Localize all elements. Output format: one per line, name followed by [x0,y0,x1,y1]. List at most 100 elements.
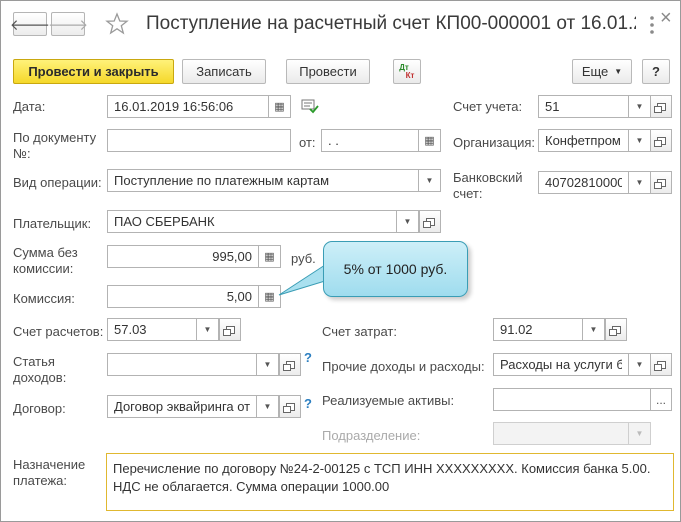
organization-open-button[interactable] [650,129,672,152]
dt-kt-button[interactable]: Дт Кт [393,59,421,84]
postings-check-icon[interactable] [301,98,319,114]
account-dropdown[interactable]: ▼ [629,95,651,118]
calculator-icon: ▦ [264,251,275,263]
calendar-icon: ▦ [424,135,435,147]
doc-number-label: По документу №: [13,130,96,162]
realized-assets-select-button[interactable]: ... [650,388,672,411]
income-item-label: Статья доходов: [13,354,66,386]
bank-account-dropdown[interactable]: ▼ [629,171,651,194]
open-form-icon [653,360,666,371]
settlement-account-open-button[interactable] [219,318,241,341]
other-income-dropdown[interactable]: ▼ [629,353,651,376]
from-date-value: . . [328,133,339,148]
other-income-input[interactable]: Расходы на услуги ба [493,353,629,376]
doc-number-input[interactable] [107,129,291,152]
post-button[interactable]: Провести [286,59,370,84]
callout-bubble: 5% от 1000 руб. [323,241,468,297]
cost-account-value: 91.02 [500,322,533,337]
payment-purpose-label-line1: Назначение [13,457,86,472]
commission-input[interactable]: 5,00 [107,285,259,308]
sum-value: 995,00 [212,249,252,264]
contract-help-icon[interactable]: ? [304,396,312,411]
sum-label-line2: комиссии: [13,261,74,276]
date-label: Дата: [13,99,46,114]
bank-account-open-button[interactable] [650,171,672,194]
realized-assets-input[interactable] [493,388,651,411]
operation-type-value: Поступление по платежным картам [114,173,330,188]
payment-purpose-line2: НДС не облагается. Сумма операции 1000.0… [113,479,390,494]
payer-dropdown[interactable]: ▼ [397,210,419,233]
contract-dropdown[interactable]: ▼ [257,395,279,418]
payment-purpose-textarea[interactable]: Перечисление по договору №24-2-00125 с Т… [106,453,674,511]
payer-label: Плательщик: [13,216,92,231]
department-label: Подразделение: [322,428,421,443]
calculator-icon: ▦ [264,291,275,303]
income-item-input[interactable] [107,353,257,376]
doc-number-label-line1: По документу [13,130,97,145]
open-form-icon [608,325,621,336]
bank-account-label-line2: счет: [453,186,483,201]
open-form-icon [653,136,666,147]
chevron-down-icon: ▼ [263,360,272,369]
favorite-star-icon[interactable] [105,12,129,36]
open-form-icon [653,178,666,189]
cost-account-dropdown[interactable]: ▼ [583,318,605,341]
from-date-calendar-button[interactable]: ▦ [419,129,441,152]
chevron-down-icon: ▼ [425,176,434,185]
settlement-account-dropdown[interactable]: ▼ [197,318,219,341]
chevron-down-icon: ▼ [635,102,644,111]
account-open-button[interactable] [650,95,672,118]
commission-value: 5,00 [226,289,252,304]
bank-account-input[interactable]: 407028100000 [538,171,629,194]
cost-account-open-button[interactable] [605,318,627,341]
operation-type-input[interactable]: Поступление по платежным картам [107,169,419,192]
contract-input[interactable]: Договор эквайринга от [107,395,257,418]
income-item-help-icon[interactable]: ? [304,350,312,365]
from-date-label: от: [299,135,316,150]
payer-value: ПАО СБЕРБАНК [114,214,215,229]
open-form-icon [422,217,435,228]
save-button[interactable]: Записать [182,59,266,84]
post-and-close-button[interactable]: Провести и закрыть [13,59,174,84]
more-button[interactable]: Еще ▼ [572,59,632,84]
account-input[interactable]: 51 [538,95,629,118]
department-input[interactable] [493,422,629,445]
settlement-account-label: Счет расчетов: [13,324,104,339]
department-dropdown[interactable]: ▼ [629,422,651,445]
cost-account-input[interactable]: 91.02 [493,318,583,341]
date-calendar-button[interactable]: ▦ [269,95,291,118]
organization-input[interactable]: Конфетпром С [538,129,629,152]
organization-label: Организация: [453,135,536,150]
arrow-left-icon: 🡐 [9,16,51,34]
chevron-down-icon: ▼ [589,325,598,334]
forward-button[interactable]: 🡒 [48,12,88,36]
income-item-label-line1: Статья [13,354,55,369]
operation-type-dropdown[interactable]: ▼ [419,169,441,192]
other-income-label: Прочие доходы и расходы: [322,359,485,374]
date-input[interactable]: 16.01.2019 16:56:06 [107,95,269,118]
ellipsis-icon: ... [655,392,666,407]
income-item-open-button[interactable] [279,353,301,376]
calendar-icon: ▦ [274,101,285,113]
from-date-input[interactable]: . . [321,129,419,152]
sum-input[interactable]: 995,00 [107,245,259,268]
bank-account-label-line1: Банковский [453,170,523,185]
payer-input[interactable]: ПАО СБЕРБАНК [107,210,397,233]
help-button[interactable]: ? [642,59,670,84]
back-button[interactable]: 🡐 [9,12,51,36]
organization-dropdown[interactable]: ▼ [629,129,651,152]
other-income-open-button[interactable] [650,353,672,376]
chevron-down-icon: ▼ [635,429,644,438]
contract-open-button[interactable] [279,395,301,418]
income-item-dropdown[interactable]: ▼ [257,353,279,376]
cost-account-label: Счет затрат: [322,324,397,339]
page-title: Поступление на расчетный счет КП00-00000… [146,13,636,34]
open-form-icon [282,360,295,371]
close-icon[interactable]: × [660,7,672,30]
chevron-down-icon: ▼ [635,360,644,369]
chevron-down-icon: ▼ [614,67,623,76]
payer-open-button[interactable] [419,210,441,233]
settlement-account-input[interactable]: 57.03 [107,318,197,341]
bank-account-value: 407028100000 [545,175,622,190]
income-item-label-line2: доходов: [13,370,67,385]
